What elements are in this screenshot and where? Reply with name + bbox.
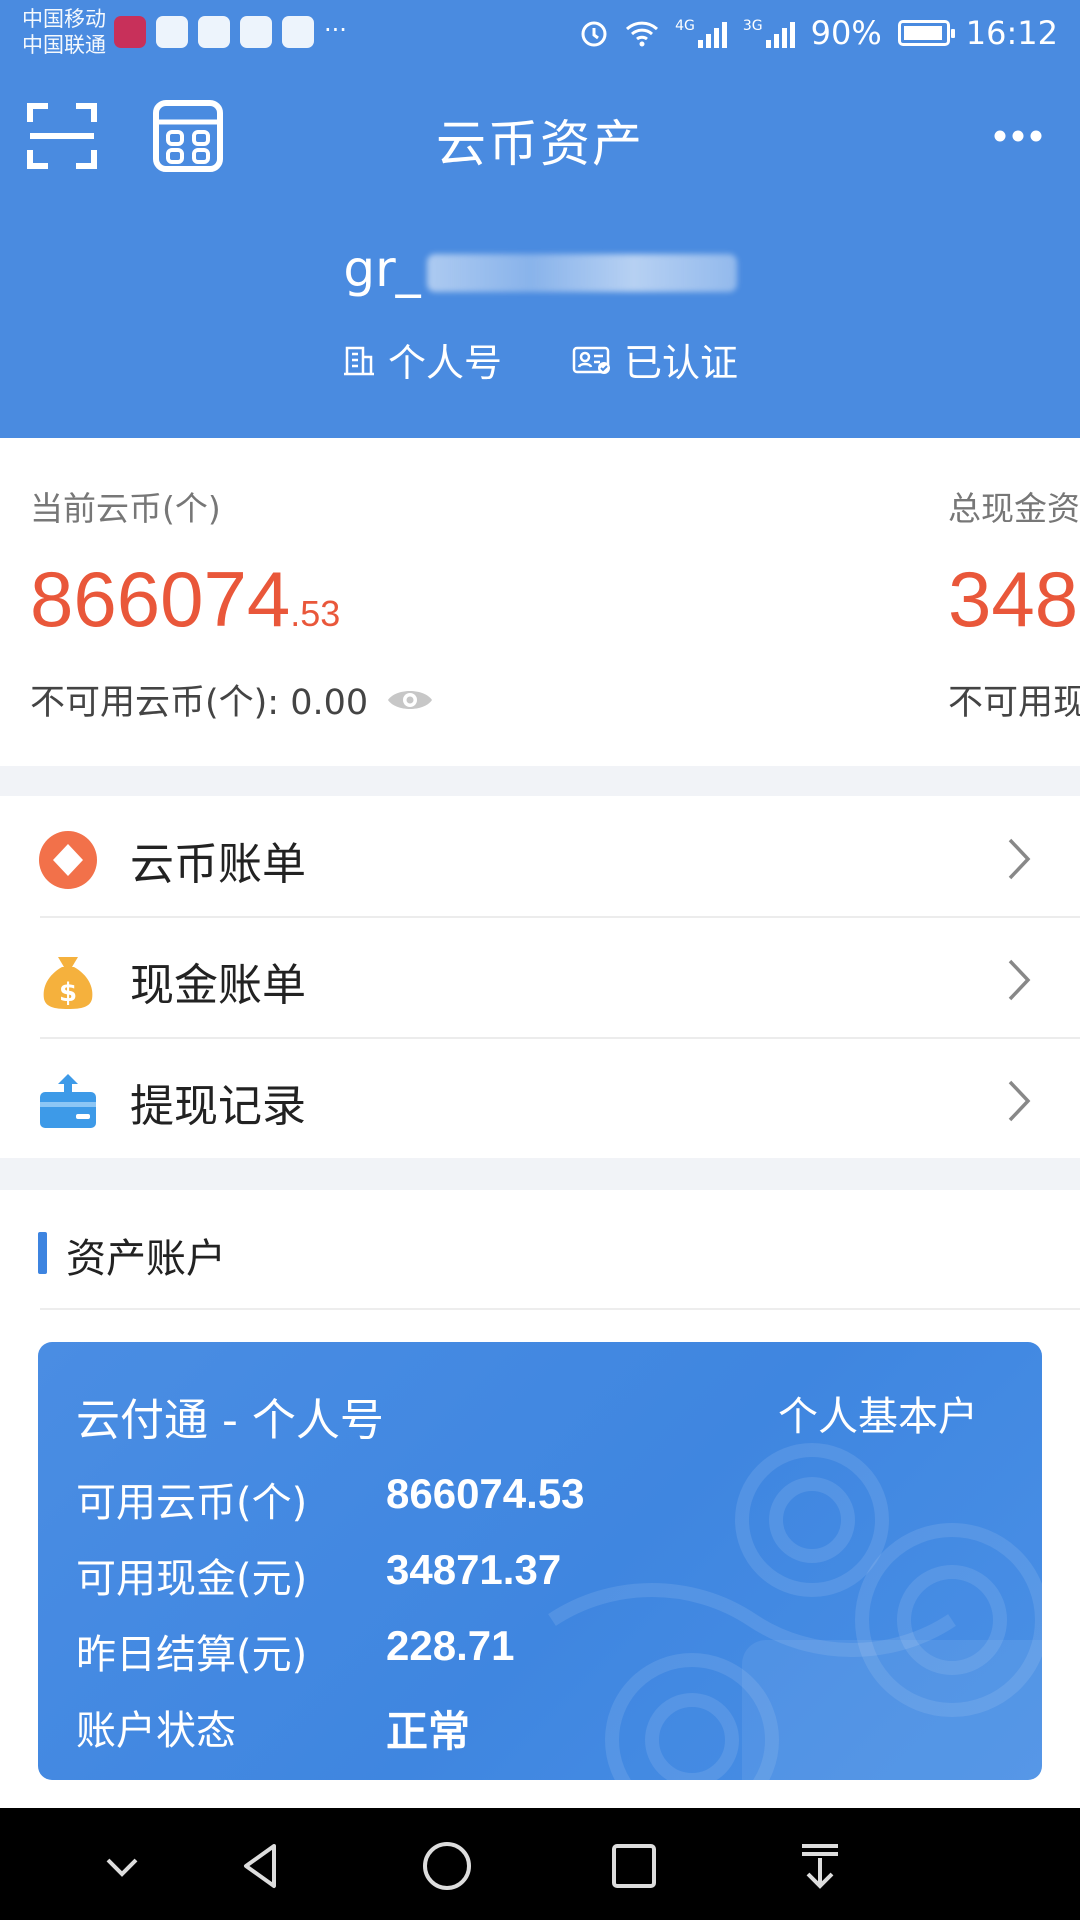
account-id-prefix: gr_ (343, 240, 421, 298)
cash-balance-label: 总现金资 (948, 489, 1080, 528)
card-row-key: 昨日结算(元) (76, 1632, 308, 1678)
shield-icon (198, 16, 230, 48)
coin-balance-value: 866074.53 (30, 554, 340, 645)
asset-accounts-section: 资产账户 云付通 - 个人号 个人基本户 可用云币(个) 866074.53 可… (0, 1190, 1080, 1808)
eye-icon[interactable] (386, 685, 434, 715)
section-divider (40, 1308, 1080, 1310)
collapse-chevron-icon[interactable] (94, 1838, 150, 1894)
svg-text:$: $ (59, 978, 77, 1008)
status-right: 4G 3G 90% 16:12 (579, 14, 1058, 52)
carrier-names: 中国移动 中国联通 (22, 6, 106, 58)
back-icon[interactable] (234, 1838, 290, 1894)
id-card-icon (572, 346, 610, 374)
coin-unavailable-text: 不可用云币(个): 0.00 (30, 683, 369, 723)
chevron-right-icon (1008, 959, 1031, 1001)
notification-pulldown-icon[interactable] (792, 1838, 848, 1894)
bill-menu: 云币账单 $ 现金账单 提现记录 (0, 796, 1080, 1158)
money-bag-icon: $ (43, 957, 93, 1009)
home-icon[interactable] (419, 1838, 475, 1894)
more-notifications-icon: ··· (324, 16, 347, 44)
card-row-key: 账户状态 (76, 1708, 236, 1754)
verified-badge: 已认证 (572, 332, 738, 387)
menu-item-label: 云币账单 (130, 839, 306, 890)
card-row-value: 34871.37 (386, 1546, 562, 1593)
coin-balance-int: 866074 (30, 555, 291, 643)
header: 中国移动 中国联通 ··· 4G 3G 90% 16:12 云币资产 gr_ 个… (0, 0, 1080, 438)
card-row-key: 可用现金(元) (76, 1556, 308, 1602)
coin-bill-icon (39, 831, 97, 889)
toolbar: 云币资产 (0, 82, 1080, 192)
building-icon (343, 346, 374, 375)
notification-icons: ··· (114, 16, 347, 48)
card-title: 云付通 - 个人号 (76, 1395, 384, 1446)
battery-percent: 90% (810, 14, 882, 52)
account-id: gr_ (0, 240, 1080, 298)
account-type-label: 个人号 (387, 341, 502, 385)
coin-balance-dec: .53 (290, 593, 341, 634)
chevron-right-icon (1008, 1080, 1031, 1122)
app-notification-icon (114, 16, 146, 48)
recents-icon[interactable] (606, 1838, 662, 1894)
verified-label: 已认证 (624, 341, 739, 385)
cash-balance-value: 348 (948, 555, 1079, 643)
status-bar: 中国移动 中国联通 ··· 4G 3G 90% 16:12 (0, 0, 1080, 66)
signal-3g-icon: 3G (743, 18, 795, 48)
account-card[interactable]: 云付通 - 个人号 个人基本户 可用云币(个) 866074.53 可用现金(元… (38, 1342, 1042, 1780)
more-dots-icon[interactable] (992, 116, 1044, 156)
wifi-icon (626, 21, 659, 47)
card-row-value: 228.71 (386, 1622, 515, 1669)
balance-panel[interactable]: 当前云币(个) 866074.53 不可用云币(个): 0.00 总现金资 34… (0, 438, 1080, 766)
menu-item-withdraw-records[interactable]: 提现记录 (0, 1038, 1080, 1158)
card-row-value: 866074.53 (386, 1470, 585, 1517)
battery-icon (897, 20, 955, 46)
card-row-key: 可用云币(个) (76, 1480, 308, 1526)
coin-balance-label: 当前云币(个) (30, 489, 221, 528)
account-id-blurred (426, 253, 737, 292)
carrier-2: 中国联通 (22, 33, 106, 57)
alipay-icon (282, 16, 314, 48)
account-type-badge: 个人号 (342, 332, 502, 387)
menu-item-label: 现金账单 (130, 960, 306, 1011)
qr-icon (240, 16, 272, 48)
system-nav-bar (0, 1808, 1080, 1920)
alarm-icon (581, 21, 607, 47)
section-accent-bar (38, 1232, 47, 1274)
menu-item-label: 提现记录 (130, 1081, 306, 1132)
withdraw-icon (40, 1074, 96, 1128)
card-row-value: 正常 (386, 1708, 471, 1755)
carrier-1: 中国移动 (22, 7, 106, 31)
clock: 16:12 (965, 14, 1058, 52)
health-icon (156, 16, 188, 48)
section-title: 资产账户 (66, 1236, 226, 1282)
card-account-type: 个人基本户 (778, 1394, 978, 1440)
signal-4g-icon: 4G (675, 18, 727, 48)
menu-item-coin-bill[interactable]: 云币账单 (0, 796, 1080, 916)
chevron-right-icon (1008, 838, 1031, 880)
cash-unavailable: 不可用现 (948, 683, 1080, 723)
menu-item-cash-bill[interactable]: $ 现金账单 (0, 917, 1080, 1037)
page-title: 云币资产 (436, 115, 644, 173)
coin-unavailable: 不可用云币(个): 0.00 (30, 674, 434, 725)
account-badges: 个人号 已认证 (0, 332, 1080, 387)
